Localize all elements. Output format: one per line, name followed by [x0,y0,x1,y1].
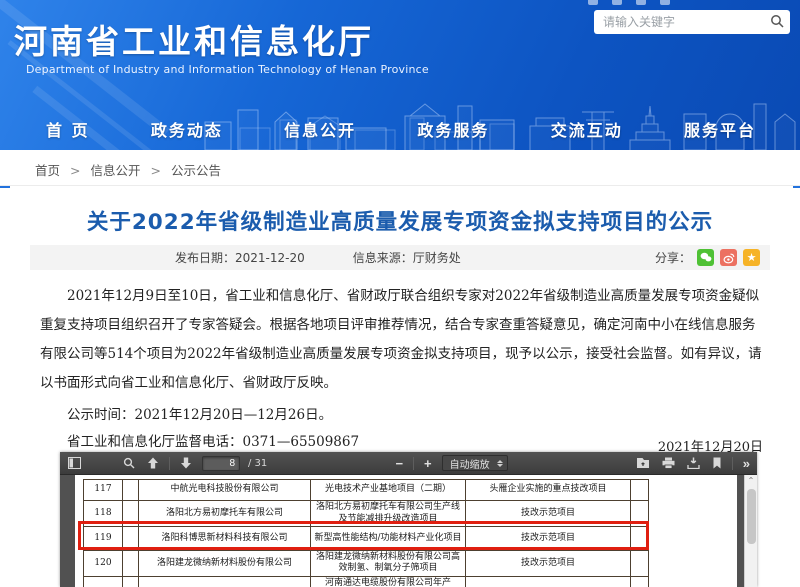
pdf-page-area: 117 中航光电科技股份有限公司 光电技术产业基地项目（二期） 头雁企业实施的重… [60,475,757,587]
nav-item-info-disclosure[interactable]: 信息公开 [284,117,356,141]
site-title: 河南省工业和信息化厅 [14,15,374,63]
table-row: 117 中航光电科技股份有限公司 光电技术产业基地项目（二期） 头雁企业实施的重… [84,480,649,501]
open-file-icon[interactable] [634,452,652,474]
table-row: 121 河南通达电缆股份有限公司 河南通达电缆股份有限公司年产134000公里轨… [84,576,649,587]
zoom-select-caret-icon [497,460,503,467]
red-highlight-box [78,521,649,550]
cell-project: 洛阳建龙微纳新材料股份有限公司高效制氢、制氧分子筛项目 [311,551,466,577]
site-search [594,10,790,34]
sidebar-toggle-icon[interactable] [66,452,83,474]
nav-item-home[interactable]: 首 页 [46,117,90,141]
cell-no: 121 [84,576,123,587]
zoom-in-button[interactable]: + [422,452,434,474]
print-icon[interactable] [660,452,677,474]
topbar-mini-icons [588,0,670,5]
page-total: / 31 [248,458,267,469]
cell-no: 120 [84,551,123,577]
nav-item-platform[interactable]: 服务平台 [684,117,756,141]
wechat-share-icon[interactable] [697,249,714,266]
toolbar-more-button[interactable]: » [741,452,751,474]
table-row: 120 洛阳建龙微纳新材料股份有限公司 洛阳建龙微纳新材料股份有限公司高效制氢、… [84,551,649,577]
nav-item-services[interactable]: 政务服务 [417,117,489,141]
breadcrumb-current: 公示公告 [171,163,221,178]
cell-type: 技改示范项目 [466,576,631,587]
breadcrumb-home[interactable]: 首页 [35,163,60,178]
paragraph: 2021年12月9日至10日，省工业和信息化厅、省财政厅联合组织专家对2022年… [40,282,766,398]
cell-no: 117 [84,480,123,501]
cell-project: 光电技术产业基地项目（二期） [311,480,466,501]
cell-company: 河南通达电缆股份有限公司 [139,576,311,587]
nav-item-interaction[interactable]: 交流互动 [551,117,623,141]
share-widget: 分享： ★ [655,249,770,266]
publish-date: 发布日期：2021-12-20 [175,249,305,266]
pdf-toolbar: / 31 − + 自动缩放 » [60,452,757,475]
pdf-viewer: / 31 − + 自动缩放 » [60,452,757,587]
article-meta-bar: 发布日期：2021-12-20 信息来源：厅财务处 分享： ★ [30,245,770,270]
download-icon[interactable] [685,452,702,474]
search-input[interactable] [594,15,764,29]
cell-type: 技改示范项目 [466,551,631,577]
cell-company: 洛阳建龙微纳新材料股份有限公司 [139,551,311,577]
zoom-select[interactable]: 自动缩放 [442,455,508,471]
info-source: 信息来源：厅财务处 [353,249,461,266]
article-title: 关于2022年省级制造业高质量发展专项资金拟支持项目的公示 [0,205,800,236]
zoom-out-button[interactable]: − [393,452,405,474]
cell-company: 中航光电科技股份有限公司 [139,480,311,501]
search-icon [770,14,784,31]
breadcrumb-section[interactable]: 信息公开 [90,163,140,178]
share-label: 分享： [655,249,691,266]
main-nav: 首 页 政务动态 信息公开 政务服务 交流互动 服务平台 [0,108,800,150]
breadcrumb-separator: > [70,163,80,178]
search-icon[interactable] [121,452,137,474]
breadcrumb-separator: > [150,163,160,178]
weibo-share-icon[interactable] [720,249,737,266]
cell-project: 河南通达电缆股份有限公司年产134000公里轨道交通直流和特种电缆项目 [311,576,466,587]
page-down-icon[interactable] [178,452,194,474]
site-subtitle: Department of Industry and Information T… [26,63,429,76]
pdf-scrollbar[interactable]: ⌃ [744,475,757,587]
scrollbar-thumb[interactable] [747,489,756,544]
breadcrumb: 首页 > 信息公开 > 公示公告 [35,160,221,179]
qzone-share-icon[interactable]: ★ [743,249,760,266]
page-number-input[interactable] [202,456,240,471]
bookmark-icon[interactable] [710,452,724,474]
cell-type: 头雁企业实施的重点技改项目 [466,480,631,501]
search-button[interactable] [764,10,790,34]
page-up-icon[interactable] [145,452,161,474]
scroll-up-icon[interactable]: ⌃ [745,475,757,487]
site-header: 河南省工业和信息化厅 Department of Industry and In… [0,0,800,150]
nav-item-news[interactable]: 政务动态 [151,117,223,141]
paragraph-public-period: 公示时间：2021年12月20日—12月26日。 [40,405,766,425]
page: 河南省工业和信息化厅 Department of Industry and In… [0,0,800,587]
